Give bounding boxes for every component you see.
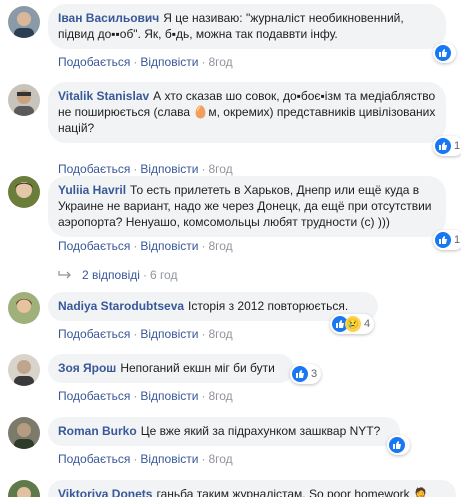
like-button[interactable]: Подобається xyxy=(58,239,130,253)
avatar[interactable] xyxy=(8,417,40,449)
avatar[interactable] xyxy=(8,84,40,116)
comment-author[interactable]: Viktoriya Donets xyxy=(58,487,152,497)
avatar[interactable] xyxy=(8,292,40,324)
reply-button[interactable]: Відповісти xyxy=(140,389,198,403)
comment-actions: Подобається · Відповісти · 8год xyxy=(58,452,233,466)
comment-author[interactable]: Vitalik Stanislav xyxy=(58,89,149,103)
comment-author[interactable]: Зоя Ярош xyxy=(58,361,116,375)
reaction-badge[interactable]: 1 xyxy=(433,136,461,156)
avatar[interactable] xyxy=(8,176,40,208)
like-icon xyxy=(389,437,405,453)
reply-button[interactable]: Відповісти xyxy=(140,55,198,69)
replies-time: 6 год xyxy=(149,268,178,282)
reply-button[interactable]: Відповісти xyxy=(140,162,198,176)
comment-actions: Подобається · Відповісти · 8год xyxy=(58,239,233,253)
comment-author[interactable]: Roman Burko xyxy=(58,424,137,438)
comment-actions: Подобається · Відповісти · 8год xyxy=(58,389,233,403)
comment-bubble: Зоя Ярош Непоганий екшн міг би бути xyxy=(48,354,294,383)
comment-text: ганьба таким журналістам. So poor homewo… xyxy=(156,487,428,497)
comment-time[interactable]: 8год xyxy=(208,55,232,69)
reaction-count: 3 xyxy=(311,368,318,380)
comment-text: Це вже який за підрахунком зашквар NYT? xyxy=(140,424,381,438)
reply-button[interactable]: Відповісти xyxy=(140,239,198,253)
reaction-count: 1 xyxy=(454,234,461,246)
comment-bubble: Nadiya Starodubtseva Історія з 2012 повто… xyxy=(48,292,378,321)
reaction-badge[interactable] xyxy=(433,43,456,63)
comment-time[interactable]: 8год xyxy=(208,239,232,253)
comment-actions: Подобається · Відповісти · 8год xyxy=(58,55,233,69)
comment-author[interactable]: Nadiya Starodubtseva xyxy=(58,299,184,313)
comment-time[interactable]: 8год xyxy=(208,452,232,466)
like-icon xyxy=(435,138,451,154)
like-button[interactable]: Подобається xyxy=(58,327,130,341)
comment-bubble: Іван Васильович Я це називаю: "журналіст … xyxy=(48,4,446,49)
comment-bubble: Roman Burko Це вже який за підрахунком за… xyxy=(48,417,400,446)
reaction-count: 4 xyxy=(364,318,371,330)
reaction-badge[interactable]: 😢 4 xyxy=(330,314,375,334)
like-button[interactable]: Подобається xyxy=(58,55,130,69)
comment-time[interactable]: 8год xyxy=(208,327,232,341)
replies-count[interactable]: 2 відповіді xyxy=(82,268,140,282)
comment-actions: Подобається · Відповісти · 8год xyxy=(58,327,233,341)
sad-reaction-icon: 😢 xyxy=(345,316,361,332)
reaction-count: 1 xyxy=(454,140,461,152)
comment-author[interactable]: Yuliia Havril xyxy=(58,183,126,197)
reply-arrow-icon xyxy=(58,271,71,279)
like-icon xyxy=(435,232,451,248)
reply-button[interactable]: Відповісти xyxy=(140,327,198,341)
avatar[interactable] xyxy=(8,480,40,497)
like-button[interactable]: Подобається xyxy=(58,452,130,466)
reaction-badge[interactable] xyxy=(387,435,410,455)
reaction-badge[interactable]: 3 xyxy=(290,364,322,384)
like-icon xyxy=(292,366,308,382)
comment-text: Непоганий екшн міг би бути xyxy=(120,361,275,375)
like-icon xyxy=(435,45,451,61)
reaction-badge[interactable]: 1 xyxy=(433,230,461,250)
comment-text: Історія з 2012 повторюється. xyxy=(188,299,349,313)
comment-bubble: Viktoriya Donets ганьба таким журналістам… xyxy=(48,480,456,497)
like-button[interactable]: Подобається xyxy=(58,162,130,176)
comment-bubble: Yuliia Havril То есть прилететь в Харьков… xyxy=(48,176,446,237)
reply-button[interactable]: Відповісти xyxy=(140,452,198,466)
comment-actions: Подобається · Відповісти · 8год xyxy=(58,162,233,176)
like-button[interactable]: Подобається xyxy=(58,389,130,403)
comment-time[interactable]: 8год xyxy=(208,389,232,403)
avatar[interactable] xyxy=(8,354,40,386)
comment-time[interactable]: 8год xyxy=(208,162,232,176)
view-replies-link[interactable]: 2 відповіді · 6 год xyxy=(58,268,177,282)
comment-bubble: Vitalik Stanislav А хто сказав шо совок, … xyxy=(48,82,446,143)
comment-author[interactable]: Іван Васильович xyxy=(58,11,159,25)
avatar[interactable] xyxy=(8,6,40,38)
